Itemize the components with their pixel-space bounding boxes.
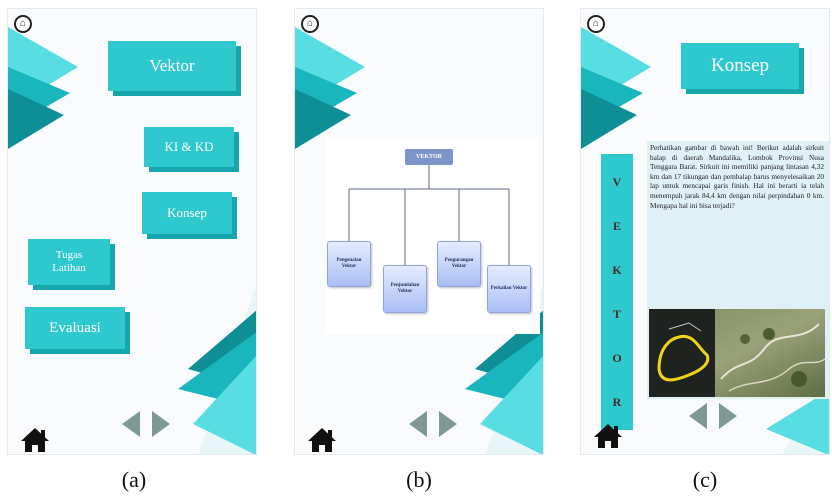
house-icon[interactable] [20, 427, 50, 453]
side-letter: R [612, 394, 622, 409]
vektor-side-bar: V E K T O R [601, 154, 633, 430]
screen-konsep: ⌂ Konsep V E K T O R Perhatikan gambar d… [580, 8, 830, 455]
diagram-canvas: VEKTOR Pengenalan Vektor Penjumlahan Vek… [325, 137, 540, 334]
home-circle-icon[interactable]: ⌂ [14, 15, 32, 33]
nav-arrows [409, 411, 457, 437]
ki-kd-menu-button[interactable]: KI & KD [144, 127, 234, 167]
vektor-menu-button[interactable]: Vektor [108, 41, 236, 91]
side-letter: E [612, 218, 621, 233]
house-icon[interactable] [307, 427, 337, 453]
caption-c: (c) [692, 467, 718, 492]
side-letter: K [612, 262, 622, 277]
caption-a: (a) [121, 467, 147, 492]
konsep-title: Konsep [681, 43, 799, 89]
screen-diagram: ⌂ VEKTOR Pengenalan Vektor Penjumlahan V… [294, 8, 544, 455]
caption-b: (b) [406, 467, 432, 492]
diagram-root-node: VEKTOR [405, 149, 453, 165]
side-letter: V [612, 174, 622, 189]
home-circle-icon[interactable]: ⌂ [587, 15, 605, 33]
house-icon[interactable] [593, 423, 623, 449]
side-letter: O [612, 350, 622, 365]
diagram-node-pengurangan: Pengurangan Vektor [437, 241, 481, 287]
nav-arrows [689, 403, 737, 429]
screen-menu: ⌂ Vektor KI & KD Konsep Tugas Latihan Ev… [7, 8, 257, 455]
triangle-left-icon[interactable] [689, 403, 707, 429]
konsep-paragraph: Perhatikan gambar di bawah ini! Berikut … [650, 143, 824, 210]
tugas-latihan-menu-button[interactable]: Tugas Latihan [28, 239, 110, 285]
triangle-left-icon[interactable] [122, 411, 140, 437]
diagram-node-perkalian: Perkalian Vektor [487, 265, 531, 313]
triangle-right-icon[interactable] [439, 411, 457, 437]
triangle-right-icon[interactable] [719, 403, 737, 429]
evaluasi-menu-button[interactable]: Evaluasi [25, 307, 125, 349]
konsep-menu-button[interactable]: Konsep [142, 192, 232, 234]
circuit-photo [649, 309, 825, 397]
side-letter: T [612, 306, 621, 321]
nav-arrows [122, 411, 170, 437]
home-circle-icon[interactable]: ⌂ [301, 15, 319, 33]
triangle-right-icon[interactable] [152, 411, 170, 437]
diagram-node-pengenalan: Pengenalan Vektor [327, 241, 371, 287]
diagram-node-penjumlahan: Penjumlahan Vektor [383, 265, 427, 313]
triangle-left-icon[interactable] [409, 411, 427, 437]
